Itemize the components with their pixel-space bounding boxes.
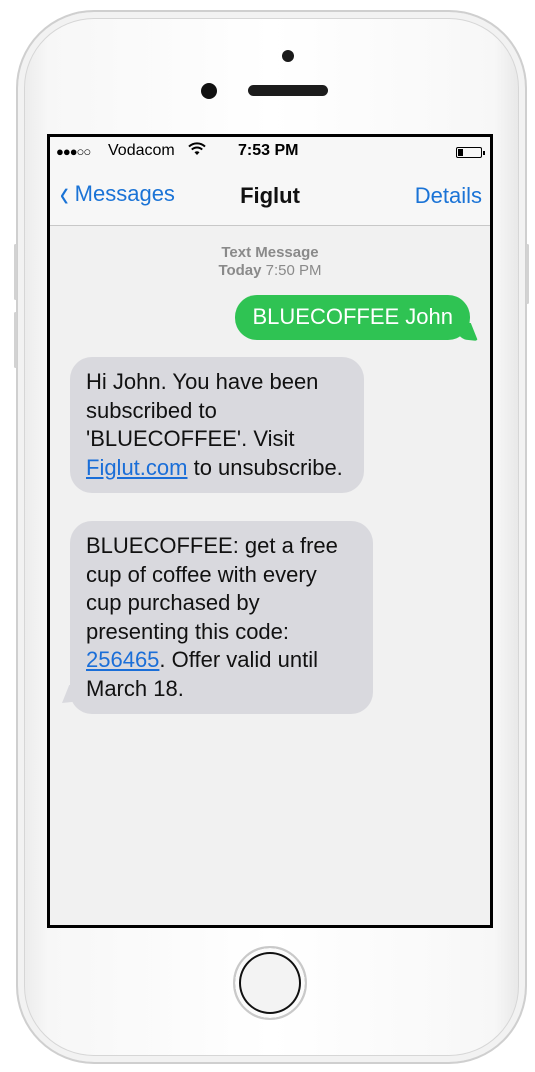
wifi-icon [188, 142, 206, 160]
status-time: 7:53 PM [238, 142, 299, 159]
chevron-left-icon: ‹ [59, 173, 69, 215]
message-text: Hi John. You have been subscribed to 'BL… [86, 369, 319, 451]
battery-icon [456, 147, 485, 158]
carrier-name: Vodacom [108, 142, 175, 159]
received-message-bubble: BLUECOFFEE: get a free cup of coffee wit… [70, 521, 373, 714]
timestamp-date: Today [218, 262, 262, 279]
front-camera [282, 50, 294, 62]
back-button[interactable]: ‹ Messages [58, 173, 175, 215]
phone-screen: ●●●○○ Vodacom 7:53 PM ‹ Messages Figlut … [47, 134, 493, 928]
navigation-bar: ‹ Messages Figlut Details [50, 173, 490, 215]
message-timestamp: Today 7:50 PM [50, 262, 490, 280]
timestamp-time: 7:50 PM [265, 262, 322, 279]
status-bar: ●●●○○ Vodacom 7:53 PM [50, 141, 490, 163]
volume-up-button [14, 244, 17, 300]
sent-message-bubble: BLUECOFFEE John [235, 295, 470, 340]
home-button[interactable] [233, 946, 307, 1020]
message-text: BLUECOFFEE: get a free cup of coffee wit… [86, 533, 338, 644]
messages-app: ●●●○○ Vodacom 7:53 PM ‹ Messages Figlut … [50, 137, 490, 925]
back-button-label: Messages [74, 181, 175, 206]
power-button [526, 244, 529, 304]
proximity-sensor [201, 83, 217, 99]
volume-down-button [14, 312, 17, 368]
received-message-bubble: Hi John. You have been subscribed to 'BL… [70, 357, 364, 493]
details-button[interactable]: Details [415, 183, 482, 209]
thread-header: Text Message Today 7:50 PM [50, 244, 490, 280]
top-bar: ●●●○○ Vodacom 7:53 PM ‹ Messages Figlut … [50, 137, 490, 226]
message-type-label: Text Message [221, 244, 319, 261]
message-text: to unsubscribe. [187, 454, 343, 480]
earpiece-speaker [248, 85, 328, 96]
signal-strength-icon: ●●●○○ [56, 144, 91, 159]
promo-code-link[interactable]: 256465 [86, 647, 159, 672]
message-link[interactable]: Figlut.com [86, 455, 187, 480]
